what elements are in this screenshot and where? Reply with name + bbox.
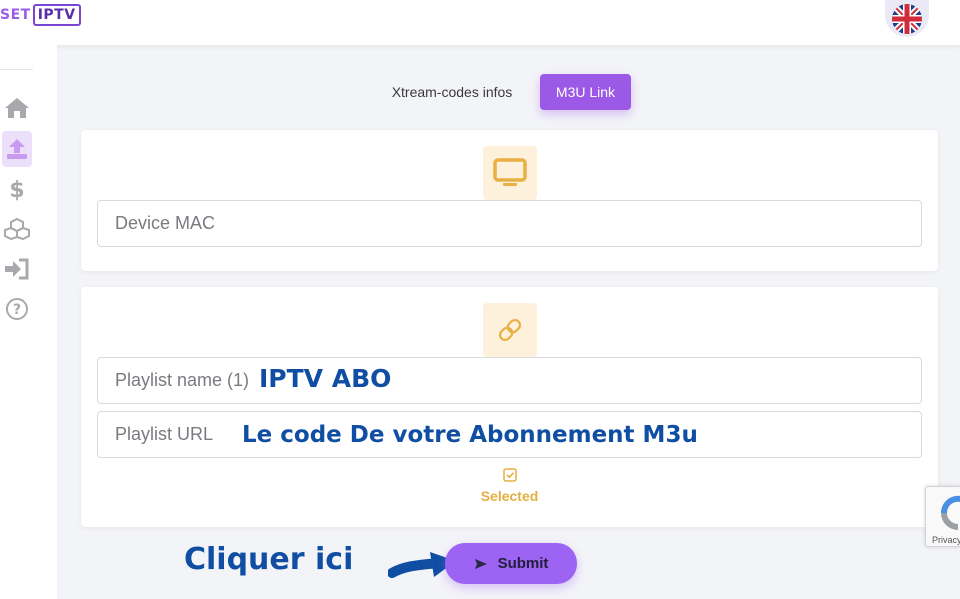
sidebar-item-login[interactable] [2,251,32,287]
svg-text:?: ? [13,302,21,318]
cubes-icon [4,218,30,240]
monitor-icon [493,158,527,186]
device-mac-placeholder: Device MAC [115,213,216,233]
dollar-icon: $ [9,178,24,201]
recaptcha-icon [940,495,960,530]
tab-m3u-link[interactable]: M3U Link [540,74,631,110]
send-icon [474,558,487,569]
selected-label: Selected [480,488,539,504]
sidebar-item-help[interactable]: ? [2,291,32,327]
playlist-name-input[interactable]: Playlist name (1) IPTV ABO [97,357,922,404]
device-card: Device MAC [81,130,938,271]
sign-in-icon [5,258,29,280]
sidebar-item-pricing[interactable]: $ [2,171,32,207]
annotation-playlist-name: IPTV ABO [259,364,392,393]
logo[interactable]: SET IPTV [0,3,81,27]
source-tabs: Xtream-codes infos M3U Link [0,74,960,110]
help-icon: ? [6,298,28,320]
recaptcha-privacy-link[interactable]: Privacy [932,535,960,545]
playlist-url-input[interactable]: Playlist URL Le code De votre Abonnement… [97,411,922,458]
annotation-playlist-url: Le code De votre Abonnement M3u [242,422,698,448]
playlist-url-placeholder: Playlist URL [115,424,214,444]
sidebar: $ ? [0,45,57,599]
logo-iptv-text: IPTV [32,4,81,26]
uk-flag-icon [892,3,922,34]
submit-label: Submit [497,555,549,572]
annotation-cliquer-ici: Cliquer ici [184,542,354,577]
device-icon-box [483,146,537,200]
upload-icon [7,139,27,159]
playlist-name-placeholder: Playlist name (1) [115,370,250,390]
device-mac-input[interactable]: Device MAC [97,200,922,247]
language-selector[interactable] [885,0,929,37]
top-bar: SET IPTV [0,0,960,45]
sidebar-item-packages[interactable] [2,211,32,247]
submit-button[interactable]: Submit [445,543,577,584]
recaptcha-badge[interactable]: Privacy [925,486,960,547]
selected-toggle[interactable]: Selected [81,468,938,504]
sidebar-item-upload[interactable] [2,131,32,167]
check-square-icon [502,468,517,482]
logo-set-text: SET [0,7,31,23]
link-icon [498,318,522,342]
playlist-card: Playlist name (1) IPTV ABO Playlist URL … [81,287,938,527]
svg-text:$: $ [9,178,24,201]
playlist-icon-box [483,303,537,357]
tab-xtream-codes[interactable]: Xtream-codes infos [379,74,525,110]
sidebar-divider [0,69,33,70]
